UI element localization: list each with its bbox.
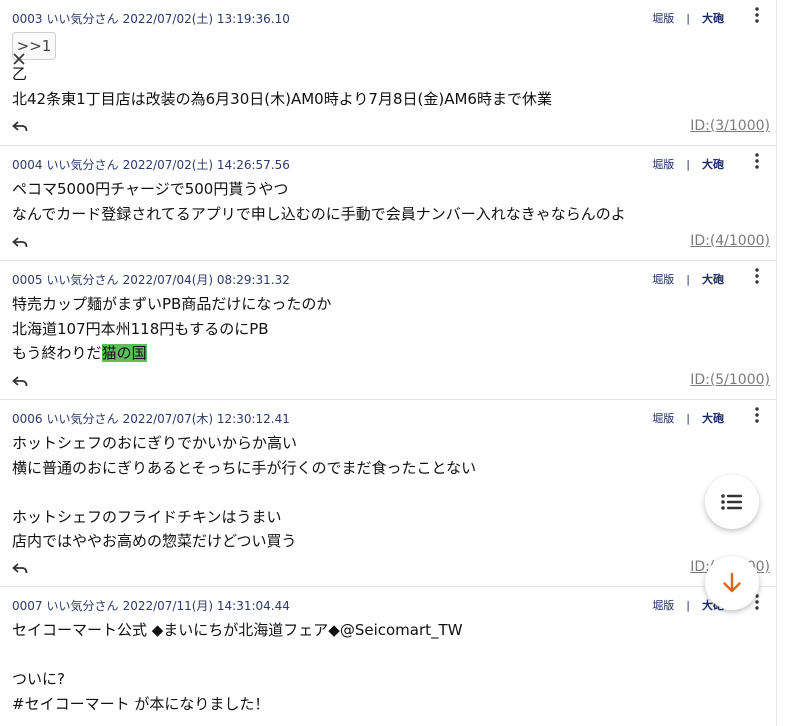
post-number: 0004 bbox=[12, 158, 43, 172]
highlighted-ng-word: 猫の国 bbox=[101, 344, 147, 362]
poster-name: いい気分さん bbox=[46, 273, 119, 287]
post-body: 特売カップ麺がまずいPB商品だけになったのか 北海道107円本州118円もするのに… bbox=[12, 292, 331, 366]
reply-arrow-icon[interactable] bbox=[12, 120, 28, 134]
poster-name: いい気分さん bbox=[46, 412, 119, 426]
poster-name: いい気分さん bbox=[46, 12, 119, 26]
taiho-link[interactable]: 大砲 bbox=[702, 12, 724, 25]
post-0003: 0003 いい気分さん 2022/07/02(土) 13:19:36.10 堀版 | 大… bbox=[0, 0, 776, 146]
post-line: なんでカード登録されてるアプリで申し込むのに手動で会員ナンバー入れなきゃならんの… bbox=[12, 204, 626, 223]
arrow-down-icon bbox=[723, 572, 741, 593]
post-number: 0005 bbox=[12, 273, 43, 287]
post-header: 0007 いい気分さん 2022/07/11(月) 14:31:04.44 bbox=[12, 597, 294, 614]
post-line: 特売カップ麺がまずいPB商品だけになったのか bbox=[12, 295, 332, 313]
post-0004: 0004 いい気分さん 2022/07/02(土) 14:26:57.56 堀版 | 大… bbox=[0, 146, 776, 261]
link-separator: | bbox=[686, 599, 690, 612]
link-separator: | bbox=[686, 12, 690, 25]
sakaban-link[interactable]: 堀版 bbox=[652, 273, 674, 286]
post-datetime: 2022/07/02(土) 13:19:36.10 bbox=[122, 12, 290, 26]
header-links: 堀版 | 大砲 bbox=[652, 271, 724, 287]
post-body: 乙北42条東1丁目店は改装の為6月30日(木)AM0時より7月8日(金)AM6時… bbox=[12, 62, 552, 111]
post-body: ペコマ5000円チャージで500円貰うやつなんでカード登録されてるアプリで申し込… bbox=[12, 177, 626, 226]
post-line-text: もう終わりだ bbox=[12, 344, 102, 362]
poster-name: いい気分さん bbox=[46, 599, 119, 613]
post-0006: 0006 いい気分さん 2022/07/07(木) 12:30:12.41 堀版 | 大… bbox=[0, 400, 776, 587]
post-line: 乙 bbox=[12, 65, 28, 83]
post-line bbox=[12, 643, 463, 668]
header-links: 堀版 | 大砲 bbox=[652, 156, 724, 172]
post-header: 0005 いい気分さん 2022/07/04(月) 08:29:31.32 bbox=[12, 271, 294, 288]
more-vertical-icon[interactable] bbox=[754, 407, 760, 423]
sakaban-link[interactable]: 堀版 bbox=[652, 158, 674, 171]
post-datetime: 2022/07/11(月) 14:31:04.44 bbox=[122, 599, 290, 613]
post-datetime: 2022/07/07(木) 12:30:12.41 bbox=[122, 412, 290, 426]
header-links: 堀版 | 大砲 bbox=[652, 10, 724, 26]
post-line: ペコマ5000円チャージで500円貰うやつ bbox=[12, 180, 289, 198]
scroll-bottom-button[interactable] bbox=[705, 556, 759, 610]
list-icon bbox=[721, 494, 742, 510]
post-line: 北42条東1丁目店は改装の為6月30日(木)AM0時より7月8日(金)AM6時ま… bbox=[12, 89, 552, 108]
post-id-link[interactable]: ID:(3/1000) bbox=[690, 118, 770, 134]
thread-list: 0003 いい気分さん 2022/07/02(土) 13:19:36.10 堀版 | 大… bbox=[0, 0, 777, 726]
more-vertical-icon[interactable] bbox=[754, 7, 760, 23]
post-line: 店内ではややお高めの惣菜だけどつい買う bbox=[12, 532, 297, 550]
link-separator: | bbox=[686, 158, 690, 171]
taiho-link[interactable]: 大砲 bbox=[702, 273, 724, 286]
post-header: 0003 いい気分さん 2022/07/02(土) 13:19:36.10 bbox=[12, 10, 294, 27]
reply-arrow-icon[interactable] bbox=[12, 236, 28, 250]
post-line: ホットシェフのフライドチキンはうまい bbox=[12, 507, 282, 526]
post-list-button[interactable] bbox=[705, 475, 759, 529]
post-line: ホットシェフのおにぎりでかいからか高い bbox=[12, 434, 298, 452]
post-line: #セイコーマート が本になりました！ bbox=[12, 694, 270, 713]
reply-arrow-icon[interactable] bbox=[12, 375, 28, 389]
post-number: 0007 bbox=[12, 599, 43, 613]
post-line: 北海道107円本州118円もするのにPB bbox=[12, 319, 269, 338]
post-datetime: 2022/07/04(月) 08:29:31.32 bbox=[122, 273, 290, 287]
post-id-link[interactable]: ID:(4/1000) bbox=[690, 233, 770, 249]
link-separator: | bbox=[686, 412, 690, 425]
post-number: 0006 bbox=[12, 412, 43, 426]
sakaban-link[interactable]: 堀版 bbox=[652, 412, 674, 425]
sakaban-link[interactable]: 堀版 bbox=[652, 599, 674, 612]
post-line: もう終わりだ猫の国 bbox=[12, 341, 331, 366]
post-id-link[interactable]: ID:(5/1000) bbox=[690, 372, 770, 388]
post-line: ついに? bbox=[12, 670, 65, 688]
taiho-link[interactable]: 大砲 bbox=[702, 158, 724, 171]
post-datetime: 2022/07/02(土) 14:26:57.56 bbox=[122, 158, 290, 172]
link-separator: | bbox=[686, 273, 690, 286]
more-vertical-icon[interactable] bbox=[754, 153, 760, 169]
post-0007: 0007 いい気分さん 2022/07/11(月) 14:31:04.44 堀版 | 大… bbox=[0, 587, 776, 726]
post-header: 0006 いい気分さん 2022/07/07(木) 12:30:12.41 bbox=[12, 410, 294, 427]
header-links: 堀版 | 大砲 bbox=[652, 410, 724, 426]
post-line: セイコーマート公式 ◆まいにちが北海道フェア◆@Seicomart_TW bbox=[12, 621, 463, 639]
post-header: 0004 いい気分さん 2022/07/02(土) 14:26:57.56 bbox=[12, 156, 294, 173]
post-line: 横に普通のおにぎりあるとそっちに手が行くのでまだ食ったことない bbox=[12, 458, 477, 477]
post-0005: 0005 いい気分さん 2022/07/04(月) 08:29:31.32 堀版 | 大… bbox=[0, 261, 776, 400]
reply-arrow-icon[interactable] bbox=[12, 562, 28, 576]
more-vertical-icon[interactable] bbox=[754, 268, 760, 284]
post-number: 0003 bbox=[12, 12, 43, 26]
taiho-link[interactable]: 大砲 bbox=[702, 412, 724, 425]
post-line bbox=[12, 480, 476, 505]
sakaban-link[interactable]: 堀版 bbox=[652, 12, 674, 25]
poster-name: いい気分さん bbox=[46, 158, 119, 172]
post-body: セイコーマート公式 ◆まいにちが北海道フェア◆@Seicomart_TW ついに?… bbox=[12, 618, 463, 716]
post-body: ホットシェフのおにぎりでかいからか高い横に普通のおにぎりあるとそっちに手が行くの… bbox=[12, 431, 476, 554]
